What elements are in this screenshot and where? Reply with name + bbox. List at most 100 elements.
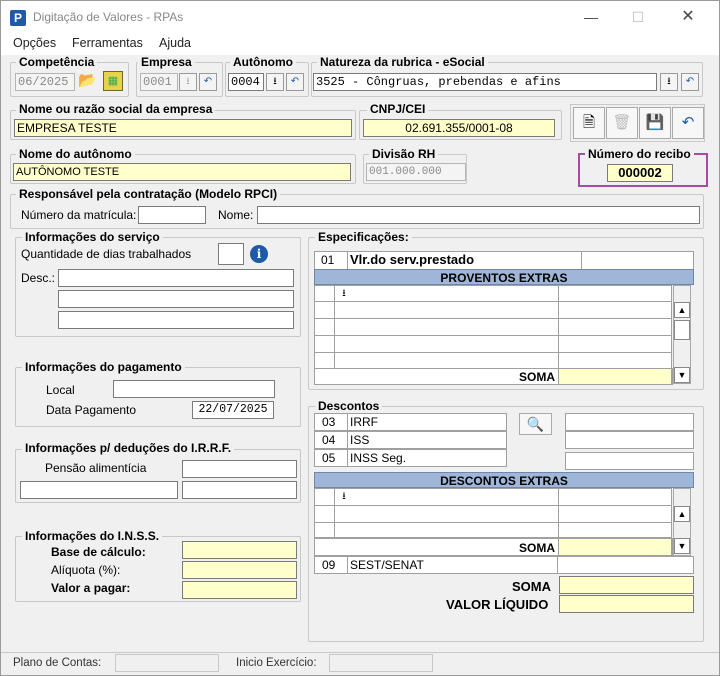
desc-field-3[interactable] xyxy=(58,311,294,329)
undo-icon[interactable]: ↶ xyxy=(672,107,704,139)
desc-field-2[interactable] xyxy=(58,290,294,308)
responsavel-nome-field[interactable] xyxy=(257,206,700,224)
dropdown-icon[interactable]: ⭳ xyxy=(660,73,678,91)
divisao-field[interactable]: 001.000.000 xyxy=(366,163,466,181)
descontos-extras-header: DESCONTOS EXTRAS xyxy=(314,472,694,488)
irrf-code: 03 xyxy=(314,413,348,431)
valor-pagar-label: Valor a pagar: xyxy=(51,581,131,595)
window-title: Digitação de Valores - RPAs xyxy=(33,10,184,24)
search-icon[interactable]: 🔍 xyxy=(519,413,552,435)
servico-desc: Vlr.do serv.prestado xyxy=(347,251,582,270)
total-soma-field[interactable] xyxy=(559,576,694,594)
dropdown-icon[interactable]: ⭳ xyxy=(266,73,284,91)
scroll-thumb[interactable] xyxy=(674,320,690,340)
valor-pagar-field[interactable] xyxy=(182,581,297,599)
dropdown-icon[interactable]: ⭳ xyxy=(179,73,197,91)
scroll-up-icon[interactable]: ▲ xyxy=(674,506,690,522)
aliquota-field[interactable] xyxy=(182,561,297,579)
grid-line xyxy=(314,335,672,336)
iss-desc: ISS xyxy=(347,431,507,449)
base-calculo-field[interactable] xyxy=(182,541,297,559)
scroll-down-icon[interactable]: ▼ xyxy=(674,367,690,383)
grid-line xyxy=(314,522,672,523)
info-icon[interactable]: i xyxy=(250,245,268,263)
descontos-title: Descontos xyxy=(315,399,383,413)
delete-icon[interactable]: 🗑 xyxy=(606,107,638,139)
dias-field[interactable] xyxy=(218,243,244,265)
menu-ajuda[interactable]: Ajuda xyxy=(159,36,191,50)
grid-line xyxy=(558,285,559,369)
menu-opcoes[interactable]: Opções xyxy=(13,36,56,50)
grid-line xyxy=(334,488,335,538)
undo-icon[interactable]: ↶ xyxy=(199,73,217,91)
app-icon: P xyxy=(10,10,26,26)
servico-valor-field[interactable] xyxy=(581,251,694,270)
competencia-label: Competência xyxy=(16,55,98,69)
local-label: Local xyxy=(46,383,75,397)
menu-ferramentas[interactable]: Ferramentas xyxy=(72,36,143,50)
undo-icon[interactable]: ↶ xyxy=(286,73,304,91)
main-window: P Digitação de Valores - RPAs — ☐ ✕ Opçõ… xyxy=(0,0,720,676)
divisao-label: Divisão RH xyxy=(369,147,439,161)
save-icon[interactable]: 💾 xyxy=(639,107,671,139)
data-pagamento-field[interactable]: 22/07/2025 xyxy=(192,401,274,419)
inss-seg-code: 05 xyxy=(314,449,348,467)
razao-field[interactable]: EMPRESA TESTE xyxy=(14,119,352,137)
sest-valor-field[interactable] xyxy=(557,556,694,574)
cnpj-field[interactable]: 02.691.355/0001-08 xyxy=(363,119,555,137)
new-document-icon[interactable]: 🗎 xyxy=(573,107,605,139)
recibo-field[interactable]: 000002 xyxy=(607,164,673,182)
iss-valor-field[interactable] xyxy=(565,431,694,449)
matricula-field[interactable] xyxy=(138,206,206,224)
minimize-button[interactable]: — xyxy=(577,7,605,27)
nome-autonomo-label: Nome do autônomo xyxy=(16,147,135,161)
empresa-field[interactable]: 0001 xyxy=(140,73,178,91)
responsavel-title: Responsável pela contratação (Modelo RPC… xyxy=(16,187,281,201)
proventos-soma-label: SOMA xyxy=(519,370,555,384)
razao-label: Nome ou razão social da empresa xyxy=(16,102,216,116)
autonomo-field[interactable]: 0004 xyxy=(228,73,264,91)
inicio-exercicio-value xyxy=(329,654,433,672)
pensao-valor-field[interactable] xyxy=(182,481,297,499)
grid-line xyxy=(314,352,672,353)
grid-line xyxy=(314,505,672,506)
folder-open-icon[interactable]: 📂 xyxy=(78,71,98,91)
descontos-soma-label: SOMA xyxy=(519,541,555,555)
irrf-valor-field[interactable] xyxy=(565,413,694,431)
irrf-desc: IRRF xyxy=(347,413,507,431)
desc-field-1[interactable] xyxy=(58,269,294,287)
maximize-button[interactable]: ☐ xyxy=(624,7,652,27)
pagamento-title: Informações do pagamento xyxy=(22,360,185,374)
natureza-field[interactable]: 3525 - Côngruas, prebendas e afins xyxy=(313,73,657,91)
pensao-beneficiario-field[interactable] xyxy=(20,481,178,499)
descontos-grid[interactable] xyxy=(314,488,672,538)
dropdown-icon[interactable]: ⭳ xyxy=(336,286,352,302)
nome-autonomo-field[interactable]: AUTÔNOMO TESTE xyxy=(13,163,351,181)
pensao-field[interactable] xyxy=(182,460,297,478)
inss-seg-valor-field[interactable] xyxy=(565,452,694,470)
close-button[interactable]: ✕ xyxy=(674,7,702,27)
local-field[interactable] xyxy=(113,380,275,398)
scroll-down-icon[interactable]: ▼ xyxy=(674,538,690,554)
matricula-label: Número da matrícula: xyxy=(21,208,137,222)
cnpj-label: CNPJ/CEI xyxy=(367,102,429,116)
sest-code: 09 xyxy=(314,556,348,574)
especificacoes-title: Especificações: xyxy=(315,230,412,244)
dropdown-icon[interactable]: ⭳ xyxy=(336,489,352,505)
total-soma-label: SOMA xyxy=(512,579,551,594)
data-pagamento-label: Data Pagamento xyxy=(46,403,137,417)
grid-line xyxy=(334,285,335,369)
autonomo-label: Autônomo xyxy=(230,55,296,69)
competencia-field[interactable]: 06/2025 xyxy=(15,73,75,91)
calendar-icon[interactable]: ▦ xyxy=(103,71,123,91)
proventos-soma-field[interactable] xyxy=(558,368,672,385)
undo-icon[interactable]: ↶ xyxy=(681,73,699,91)
inss-seg-desc: INSS Seg. xyxy=(347,449,507,467)
valor-liquido-field[interactable] xyxy=(559,595,694,613)
descontos-soma-field[interactable] xyxy=(558,538,672,556)
desc-label: Desc.: xyxy=(21,271,56,285)
scroll-up-icon[interactable]: ▲ xyxy=(674,302,690,318)
grid-line xyxy=(558,488,559,538)
sest-desc: SEST/SENAT xyxy=(347,556,558,574)
proventos-grid[interactable] xyxy=(314,285,672,369)
